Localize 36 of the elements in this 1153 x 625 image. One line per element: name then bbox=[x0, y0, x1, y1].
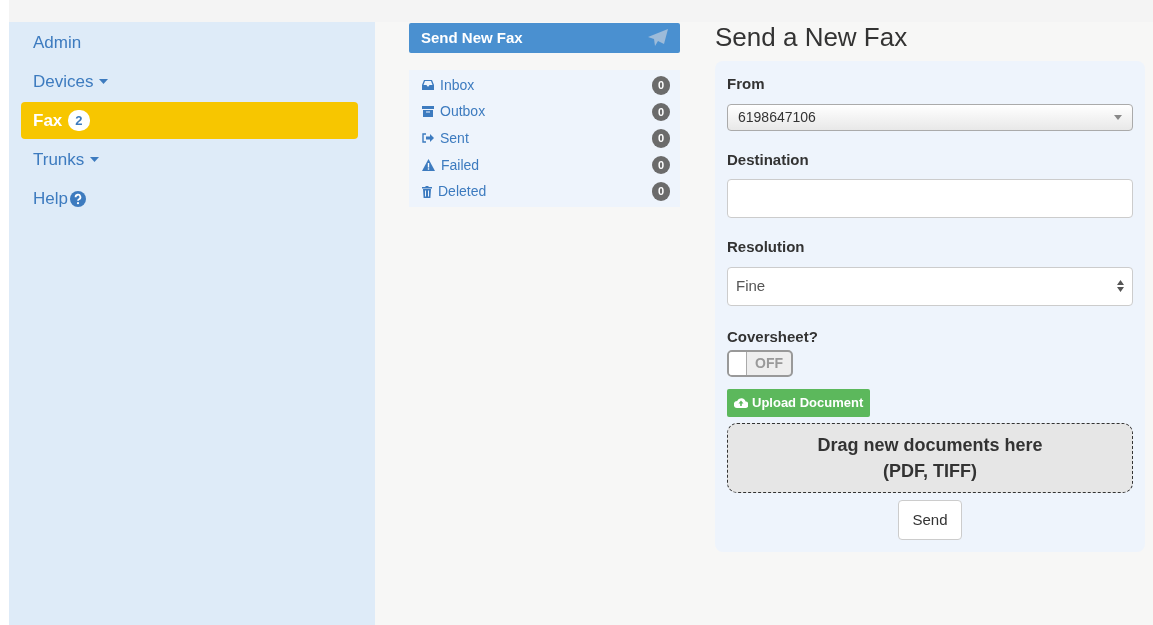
field-label: From bbox=[727, 74, 766, 95]
count-badge: 0 bbox=[651, 155, 670, 175]
destination-input[interactable] bbox=[727, 179, 1133, 219]
sidebar-item[interactable]: Fax 2 bbox=[21, 102, 358, 139]
inbox-icon bbox=[422, 80, 434, 91]
folder-link[interactable]: Failed 0 bbox=[409, 151, 680, 179]
cloud-upload-icon bbox=[734, 397, 748, 409]
from-select[interactable]: 6198647106 bbox=[727, 103, 1133, 131]
field-label: Destination bbox=[727, 149, 810, 170]
archive-icon bbox=[422, 106, 434, 118]
folder-link[interactable]: Inbox 0 bbox=[409, 72, 680, 99]
warning-icon bbox=[422, 159, 435, 172]
sidebar-item[interactable]: Admin bbox=[21, 24, 358, 61]
field-label: Coversheet? bbox=[727, 326, 819, 347]
count-badge: 0 bbox=[651, 76, 670, 95]
sign-out-icon bbox=[422, 133, 434, 144]
folder-link[interactable]: Sent 0 bbox=[409, 125, 680, 152]
folder-link[interactable]: Deleted 0 bbox=[409, 178, 680, 205]
sidebar-item[interactable]: Devices bbox=[21, 63, 358, 100]
field-label: Resolution bbox=[727, 237, 806, 258]
sidebar-item[interactable]: Help bbox=[21, 180, 358, 217]
drop-zone[interactable]: Drag new documents here (PDF, TIFF) bbox=[727, 422, 1133, 493]
count-badge: 0 bbox=[651, 129, 670, 148]
count-badge: 0 bbox=[651, 182, 670, 201]
caret-icon bbox=[1114, 114, 1122, 120]
resolution-select[interactable]: Fine bbox=[727, 266, 1133, 306]
count-badge: 0 bbox=[651, 102, 670, 122]
updown-icon bbox=[1117, 280, 1124, 293]
count-badge: 2 bbox=[68, 109, 90, 132]
page-title: Send a New Fax bbox=[715, 22, 909, 54]
send-new-fax-button[interactable]: Send New Fax bbox=[409, 23, 680, 53]
send-button[interactable]: Send bbox=[898, 499, 962, 541]
paper-plane-icon bbox=[648, 29, 668, 47]
sidebar-item[interactable]: Trunks bbox=[21, 141, 358, 178]
trash-icon bbox=[422, 185, 432, 198]
folder-link[interactable]: Outbox 0 bbox=[409, 98, 680, 126]
